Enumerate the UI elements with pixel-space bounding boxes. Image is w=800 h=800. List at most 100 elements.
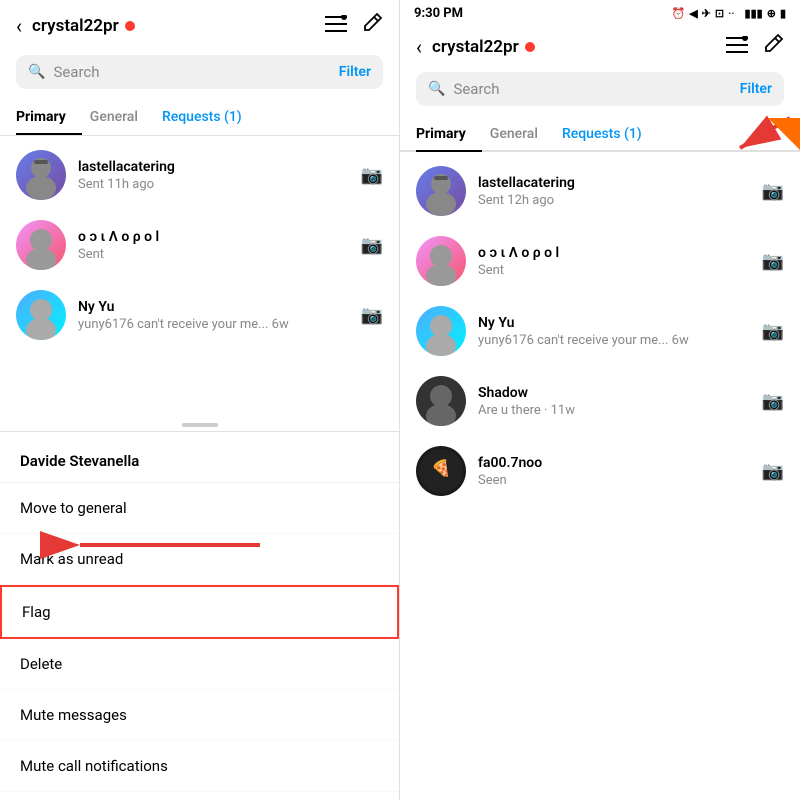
right-tab-general[interactable]: General xyxy=(490,118,554,150)
left-search-bar[interactable]: 🔍 Search Filter xyxy=(16,55,383,89)
message-preview: yuny6176 can't receive your me... 6w xyxy=(478,333,750,348)
context-move-to-general[interactable]: Move to general xyxy=(0,483,399,534)
right-header: ‹ crystal22pr xyxy=(400,25,800,68)
right-back-button[interactable]: ‹ xyxy=(416,35,422,59)
online-indicator xyxy=(125,21,135,31)
camera-icon: 📷 xyxy=(361,235,383,256)
right-tabs-container: Primary General Requests (1) xyxy=(400,118,800,156)
battery-icon: ▮ xyxy=(780,7,786,20)
context-delete[interactable]: Delete xyxy=(0,639,399,690)
back-button[interactable]: ‹ xyxy=(16,14,22,38)
context-mute-calls[interactable]: Mute call notifications xyxy=(0,741,399,792)
message-info: Ny Yu yuny6176 can't receive your me... … xyxy=(478,315,750,348)
right-compose-icon[interactable] xyxy=(762,33,784,60)
dots-icon: ·· xyxy=(728,7,734,20)
right-list-icon[interactable] xyxy=(726,35,748,59)
nav-icon: ◀ xyxy=(689,7,697,20)
header-icons xyxy=(325,12,383,39)
left-message-list: lastellacatering Sent 11h ago 📷 ο ͻ ι Λ … xyxy=(0,140,399,417)
list-item[interactable]: lastellacatering Sent 11h ago 📷 xyxy=(0,140,399,210)
context-mute-messages[interactable]: Mute messages xyxy=(0,690,399,741)
right-filter-button[interactable]: Filter xyxy=(740,81,772,97)
search-placeholder: Search xyxy=(53,63,99,81)
right-search-placeholder: Search xyxy=(453,80,499,98)
list-item[interactable]: ο ͻ ι Λ ο ρ ο l Sent 📷 xyxy=(400,226,800,296)
right-tab-requests[interactable]: Requests (1) xyxy=(562,118,658,150)
context-flag[interactable]: Flag xyxy=(0,585,399,639)
status-icons: ⏰ ◀ ✈ ⊡ ·· ▮▮▮ ⊕ ▮ xyxy=(672,7,787,20)
message-info: lastellacatering Sent 12h ago xyxy=(478,175,750,208)
contact-name: Shadow xyxy=(478,385,750,401)
camera-icon: 📷 xyxy=(762,181,784,202)
list-item[interactable]: Ny Yu yuny6176 can't receive your me... … xyxy=(400,296,800,366)
avatar xyxy=(16,150,66,200)
wifi-icon: ⊕ xyxy=(767,7,776,20)
list-item[interactable]: Ny Yu yuny6176 can't receive your me... … xyxy=(0,280,399,350)
right-message-list: lastellacatering Sent 12h ago 📷 ο ͻ ι Λ … xyxy=(400,156,800,800)
left-tabs: Primary General Requests (1) xyxy=(0,101,399,136)
list-icon[interactable] xyxy=(325,14,347,38)
drag-handle xyxy=(182,423,218,427)
message-preview: Sent 12h ago xyxy=(478,193,750,208)
message-preview: Sent 11h ago xyxy=(78,177,349,192)
context-mark-unread[interactable]: Mark as unread xyxy=(0,534,399,585)
tab-primary[interactable]: Primary xyxy=(16,101,82,135)
avatar xyxy=(416,166,466,216)
camera-icon: 📷 xyxy=(762,251,784,272)
message-preview: Are u there · 11w xyxy=(478,403,750,418)
avatar xyxy=(416,376,466,426)
context-menu-header: Davide Stevanella xyxy=(0,440,399,483)
avatar xyxy=(416,236,466,286)
message-preview: Sent xyxy=(478,263,750,278)
contact-name: ο ͻ ι Λ ο ρ ο l xyxy=(478,244,750,261)
signal-icon: ▮▮▮ xyxy=(745,7,763,20)
list-item[interactable]: 🍕 fa00.7noo Seen 📷 xyxy=(400,436,800,506)
status-time: 9:30 PM xyxy=(414,6,463,21)
tab-general[interactable]: General xyxy=(90,101,154,135)
compose-icon[interactable] xyxy=(361,12,383,39)
message-info: Ny Yu yuny6176 can't receive your me... … xyxy=(78,299,349,332)
left-header: ‹ crystal22pr xyxy=(0,0,399,51)
message-info: lastellacatering Sent 11h ago xyxy=(78,159,349,192)
list-item[interactable]: Shadow Are u there · 11w 📷 xyxy=(400,366,800,436)
tab-requests[interactable]: Requests (1) xyxy=(162,101,258,135)
instagram-icon: ⊡ xyxy=(715,7,724,20)
send-icon: ✈ xyxy=(702,7,711,20)
message-info: Shadow Are u there · 11w xyxy=(478,385,750,418)
message-info: ο ͻ ι Λ ο ρ ο l Sent xyxy=(478,244,750,278)
camera-icon: 📷 xyxy=(361,305,383,326)
avatar: 🍕 xyxy=(416,446,466,496)
contact-name: lastellacatering xyxy=(478,175,750,191)
avatar xyxy=(16,220,66,270)
list-item[interactable]: ο ͻ ι Λ ο ρ ο l Sent 📷 xyxy=(0,210,399,280)
status-bar: 9:30 PM ⏰ ◀ ✈ ⊡ ·· ▮▮▮ ⊕ ▮ xyxy=(400,0,800,25)
filter-button[interactable]: Filter xyxy=(339,64,371,80)
contact-name: lastellacatering xyxy=(78,159,349,175)
message-preview: Seen xyxy=(478,473,750,488)
right-header-icons xyxy=(726,33,784,60)
alarm-icon: ⏰ xyxy=(672,7,686,20)
right-username-label: crystal22pr xyxy=(432,37,519,57)
message-info: ο ͻ ι Λ ο ρ ο l Sent xyxy=(78,228,349,262)
right-tab-primary[interactable]: Primary xyxy=(416,118,482,152)
right-search-icon: 🔍 xyxy=(428,81,445,97)
camera-icon: 📷 xyxy=(762,461,784,482)
left-panel: ‹ crystal22pr 🔍 Se xyxy=(0,0,400,800)
username-label: crystal22pr xyxy=(32,16,119,36)
contact-name: ο ͻ ι Λ ο ρ ο l xyxy=(78,228,349,245)
contact-name: Ny Yu xyxy=(78,299,349,315)
svg-text:🍕: 🍕 xyxy=(431,459,451,478)
context-menu: Davide Stevanella Move to general Mark a… xyxy=(0,431,399,800)
right-online-indicator xyxy=(525,42,535,52)
contact-name: Ny Yu xyxy=(478,315,750,331)
right-panel: 9:30 PM ⏰ ◀ ✈ ⊡ ·· ▮▮▮ ⊕ ▮ ‹ crystal22pr xyxy=(400,0,800,800)
contact-name: fa00.7noo xyxy=(478,455,750,471)
camera-icon: 📷 xyxy=(762,391,784,412)
camera-icon: 📷 xyxy=(762,321,784,342)
right-username-area: crystal22pr xyxy=(432,37,716,57)
message-preview: yuny6176 can't receive your me... 6w xyxy=(78,317,349,332)
username-area: crystal22pr xyxy=(32,16,315,36)
avatar xyxy=(416,306,466,356)
right-search-bar[interactable]: 🔍 Search Filter xyxy=(416,72,784,106)
message-preview: Sent xyxy=(78,247,349,262)
